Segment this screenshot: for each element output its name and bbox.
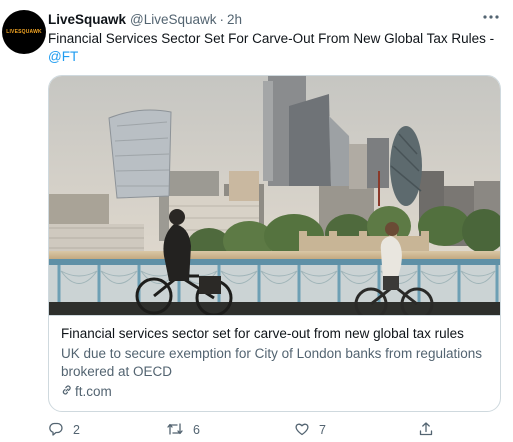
tweet-body: Financial Services Sector Set For Carve-…	[48, 31, 495, 46]
link-icon	[61, 383, 73, 401]
reply-icon	[48, 421, 64, 440]
share-button[interactable]	[418, 421, 434, 440]
like-icon	[294, 421, 310, 440]
avatar[interactable]: LiveSquawk	[2, 10, 46, 54]
separator-dot: ·	[219, 11, 225, 27]
timestamp[interactable]: 2h	[227, 12, 242, 27]
card-body[interactable]: Financial services sector set for carve-…	[49, 315, 500, 401]
card-domain-row: ft.com	[61, 383, 488, 401]
retweet-count: 6	[193, 423, 200, 437]
tweet-text: Financial Services Sector Set For Carve-…	[48, 30, 498, 66]
author-handle[interactable]: @LiveSquawk	[130, 12, 217, 27]
tweet-header: LiveSquawk @LiveSquawk · 2h	[48, 10, 242, 28]
card-title: Financial services sector set for carve-…	[61, 326, 464, 341]
action-bar: 2 6 7	[48, 420, 458, 440]
author-name[interactable]: LiveSquawk	[48, 12, 126, 27]
like-count: 7	[319, 423, 326, 437]
share-icon	[418, 421, 434, 440]
reply-button[interactable]: 2	[48, 421, 166, 440]
like-button[interactable]: 7	[294, 421, 418, 440]
card-description: UK due to secure exemption for City of L…	[61, 346, 482, 379]
link-card[interactable]: Financial services sector set for carve-…	[48, 75, 501, 412]
card-image[interactable]	[49, 76, 500, 315]
card-domain: ft.com	[75, 384, 112, 399]
avatar-logo-text: LiveSquawk	[6, 29, 42, 35]
retweet-icon	[166, 421, 184, 440]
more-icon[interactable]	[482, 10, 500, 24]
reply-count: 2	[73, 423, 80, 437]
mention-link[interactable]: @FT	[48, 49, 78, 64]
retweet-button[interactable]: 6	[166, 421, 294, 440]
